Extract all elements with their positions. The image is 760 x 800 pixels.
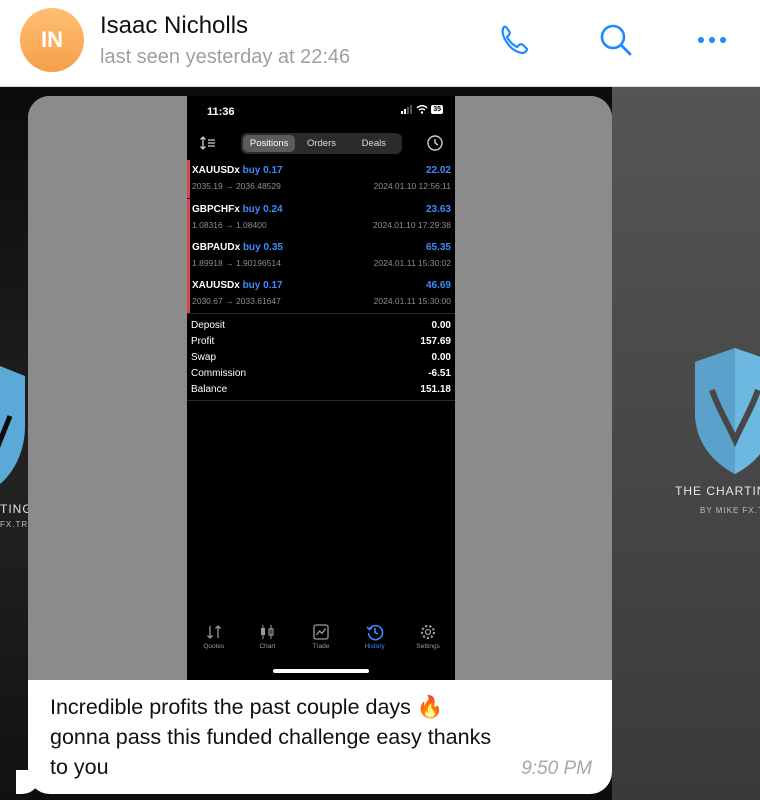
summary-row-profit: Profit 157.69 [191,336,451,347]
position-profit: 46.69 [425,280,451,291]
position-row[interactable]: GBPAUDx buy 0.35 65.35 1.89918 → 1.90196… [187,237,455,275]
divider [187,313,455,314]
divider [187,400,455,401]
tab-quotes[interactable]: Quotes [187,621,241,661]
sort-icon[interactable] [199,134,217,152]
position-symbol: GBPCHFx buy 0.24 [192,204,283,215]
position-prices: 2035.19 → 2036.48529 [192,181,281,191]
position-datetime: 2024.01.11 15:30:02 [373,258,451,268]
positions-segmented-control: Positions Orders Deals [241,133,402,154]
tab-trade[interactable]: Trade [294,621,348,661]
position-indicator [187,199,190,237]
position-indicator [187,275,190,313]
tab-deals[interactable]: Deals [348,135,400,152]
chart-icon [261,625,274,639]
position-prices: 2030.67 → 2033.61647 [192,296,281,306]
chat-wallpaper-left: TING FX.TRA [0,86,33,800]
position-datetime: 2024.01.10 17:29:38 [373,220,451,230]
message-timestamp: 9:50 PM [521,758,592,779]
phone-tab-bar: Quotes Chart Trade History Settings [187,621,455,661]
position-symbol: XAUUSDx buy 0.17 [192,280,283,291]
settings-icon [421,624,436,640]
tab-chart[interactable]: Chart [241,621,295,661]
position-symbol: GBPAUDx buy 0.35 [192,242,283,253]
phone-clock: 11:36 [207,106,235,118]
wallpaper-logo-sub: BY MIKE FX.TR [700,506,760,515]
position-row[interactable]: XAUUSDx buy 0.17 46.69 2030.67 → 2033.61… [187,275,455,313]
position-indicator [187,237,190,275]
wifi-icon [416,105,428,114]
position-indicator [187,160,190,198]
chat-wallpaper-right: THE CHARTING BY MIKE FX.TR [612,86,760,800]
clock-icon[interactable] [426,134,444,152]
last-seen-status: last seen yesterday at 22:46 [100,46,351,68]
message-text: Incredible profits the past couple days … [50,695,492,779]
summary-row-commission: Commission -6.51 [191,368,451,379]
message-bubble[interactable]: 11:36 35 Positions Orders Deals XAUUSDx … [28,96,612,794]
phone-icon[interactable] [494,20,534,60]
contact-name[interactable]: Isaac Nicholls [100,12,248,40]
tab-positions[interactable]: Positions [243,135,296,152]
message-image[interactable]: 11:36 35 Positions Orders Deals XAUUSDx … [28,96,612,680]
shield-logo-icon [0,366,25,484]
tab-settings[interactable]: Settings [401,621,455,661]
quotes-icon [206,625,221,639]
position-profit: 65.35 [425,242,451,253]
position-symbol: XAUUSDx buy 0.17 [192,165,283,176]
summary-row-deposit: Deposit 0.00 [191,320,451,331]
position-row[interactable]: GBPCHFx buy 0.24 23.63 1.08316 → 1.08400… [187,199,455,237]
avatar[interactable]: IN [20,8,84,72]
tab-history[interactable]: History [348,621,402,661]
wallpaper-logo-text: THE CHARTING [675,484,760,498]
position-profit: 22.02 [425,165,451,176]
position-datetime: 2024.01.10 12:56:11 [373,181,451,191]
phone-screenshot[interactable]: 11:36 35 Positions Orders Deals XAUUSDx … [187,96,455,680]
signal-icon [401,105,413,114]
position-row[interactable]: XAUUSDx buy 0.17 22.02 2035.19 → 2036.48… [187,160,455,198]
position-prices: 1.89918 → 1.90196514 [192,258,281,268]
position-profit: 23.63 [425,204,451,215]
summary-row-swap: Swap 0.00 [191,352,451,363]
trade-icon [313,624,329,640]
battery-icon: 35 [431,105,443,114]
position-prices: 1.08316 → 1.08400 [192,220,267,230]
history-icon [366,624,383,641]
search-icon[interactable] [596,20,636,60]
position-datetime: 2024.01.11 15:30:00 [373,296,451,306]
home-indicator [273,669,369,673]
tab-orders[interactable]: Orders [295,135,347,152]
phone-status-bar: 35 [401,105,443,114]
chat-header: IN Isaac Nicholls last seen yesterday at… [0,0,760,87]
shield-logo-icon [695,348,760,474]
more-icon[interactable] [692,20,732,60]
summary-row-balance: Balance 151.18 [191,384,451,395]
